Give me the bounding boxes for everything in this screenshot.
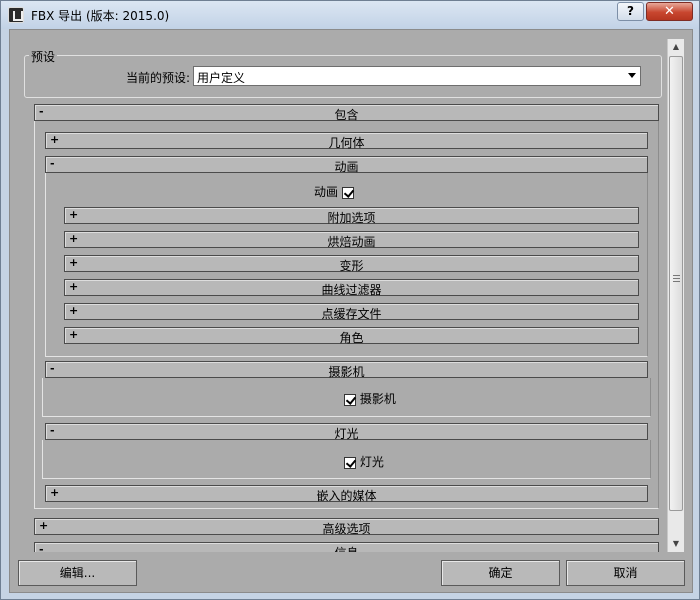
rollout-info-title: 信息 [35,544,658,552]
rollout-info[interactable]: - 信息 [34,542,659,552]
scrollbar-thumb[interactable] [669,56,683,511]
scroll-down-icon[interactable]: ▼ [668,536,684,552]
rollout-cameras[interactable]: - 摄影机 [45,361,648,379]
rollout-bake-animation-title: 烘焙动画 [327,235,376,249]
scroll-up-icon[interactable]: ▲ [668,39,684,55]
rollout-geometry-title: 几何体 [328,136,365,150]
rollout-point-cache-title: 点缓存文件 [321,307,382,321]
vertical-scrollbar[interactable]: ▲ ▼ [667,39,684,552]
rollout-bake-animation[interactable]: + 烘焙动画 [64,231,639,249]
rollout-advanced[interactable]: + 高级选项 [34,518,659,536]
cameras-checkbox-label: 摄影机 [359,392,396,406]
animation-checkbox-row[interactable]: 动画 [314,183,354,200]
rollout-embed-media[interactable]: + 嵌入的媒体 [45,485,648,503]
rollout-character-title: 角色 [339,331,364,345]
grip-icon [673,275,680,282]
rollout-lights[interactable]: - 灯光 [45,423,648,441]
options-scroll-area[interactable]: 预设 当前的预设: 用户定义 - 包含 + 几何体 - 动画 动画 + 附加选项… [18,39,668,552]
presets-group-title: 预设 [29,48,58,65]
help-button[interactable]: ? [617,2,644,21]
cameras-checkbox-row[interactable]: 摄影机 [344,390,396,407]
ok-button[interactable]: 确定 [441,560,560,586]
fbx-export-dialog: FBX 导出 (版本: 2015.0) ? ✕ 预设 当前的预设: 用户定义 -… [0,0,700,600]
rollout-geometry[interactable]: + 几何体 [45,132,648,150]
rollout-curve-filters-title: 曲线过滤器 [321,283,382,297]
animation-checkbox-label: 动画 [314,185,339,199]
title-bar[interactable]: FBX 导出 (版本: 2015.0) ? ✕ [1,1,699,29]
window-title: FBX 导出 (版本: 2015.0) [31,9,170,23]
rollout-advanced-title: 高级选项 [322,522,371,536]
rollout-deformations[interactable]: + 变形 [64,255,639,273]
rollout-deformations-title: 变形 [339,259,364,273]
animation-checkbox[interactable] [341,186,354,199]
cancel-button[interactable]: 取消 [566,560,685,586]
app-logo-icon [8,7,24,23]
lights-checkbox[interactable] [344,456,356,469]
rollout-curve-filters[interactable]: + 曲线过滤器 [64,279,639,297]
rollout-point-cache[interactable]: + 点缓存文件 [64,303,639,321]
lights-checkbox-row[interactable]: 灯光 [344,453,384,470]
presets-group: 预设 当前的预设: 用户定义 [24,48,662,98]
chevron-down-icon[interactable] [628,73,636,78]
preset-dropdown[interactable]: 用户定义 [193,66,641,86]
rollout-extra-options[interactable]: + 附加选项 [64,207,639,225]
rollout-embed-media-title: 嵌入的媒体 [316,489,377,503]
lights-checkbox-label: 灯光 [359,455,384,469]
rollout-include[interactable]: - 包含 [34,104,659,122]
rollout-character[interactable]: + 角色 [64,327,639,345]
rollout-extra-options-title: 附加选项 [327,211,376,225]
current-preset-label: 当前的预设: [126,71,191,85]
rollout-animation[interactable]: - 动画 [45,156,648,174]
close-button[interactable]: ✕ [646,2,693,21]
cameras-checkbox[interactable] [344,393,356,406]
edit-button[interactable]: 编辑... [18,560,137,586]
preset-dropdown-value: 用户定义 [197,71,246,85]
dialog-client-area: 预设 当前的预设: 用户定义 - 包含 + 几何体 - 动画 动画 + 附加选项… [9,29,693,593]
